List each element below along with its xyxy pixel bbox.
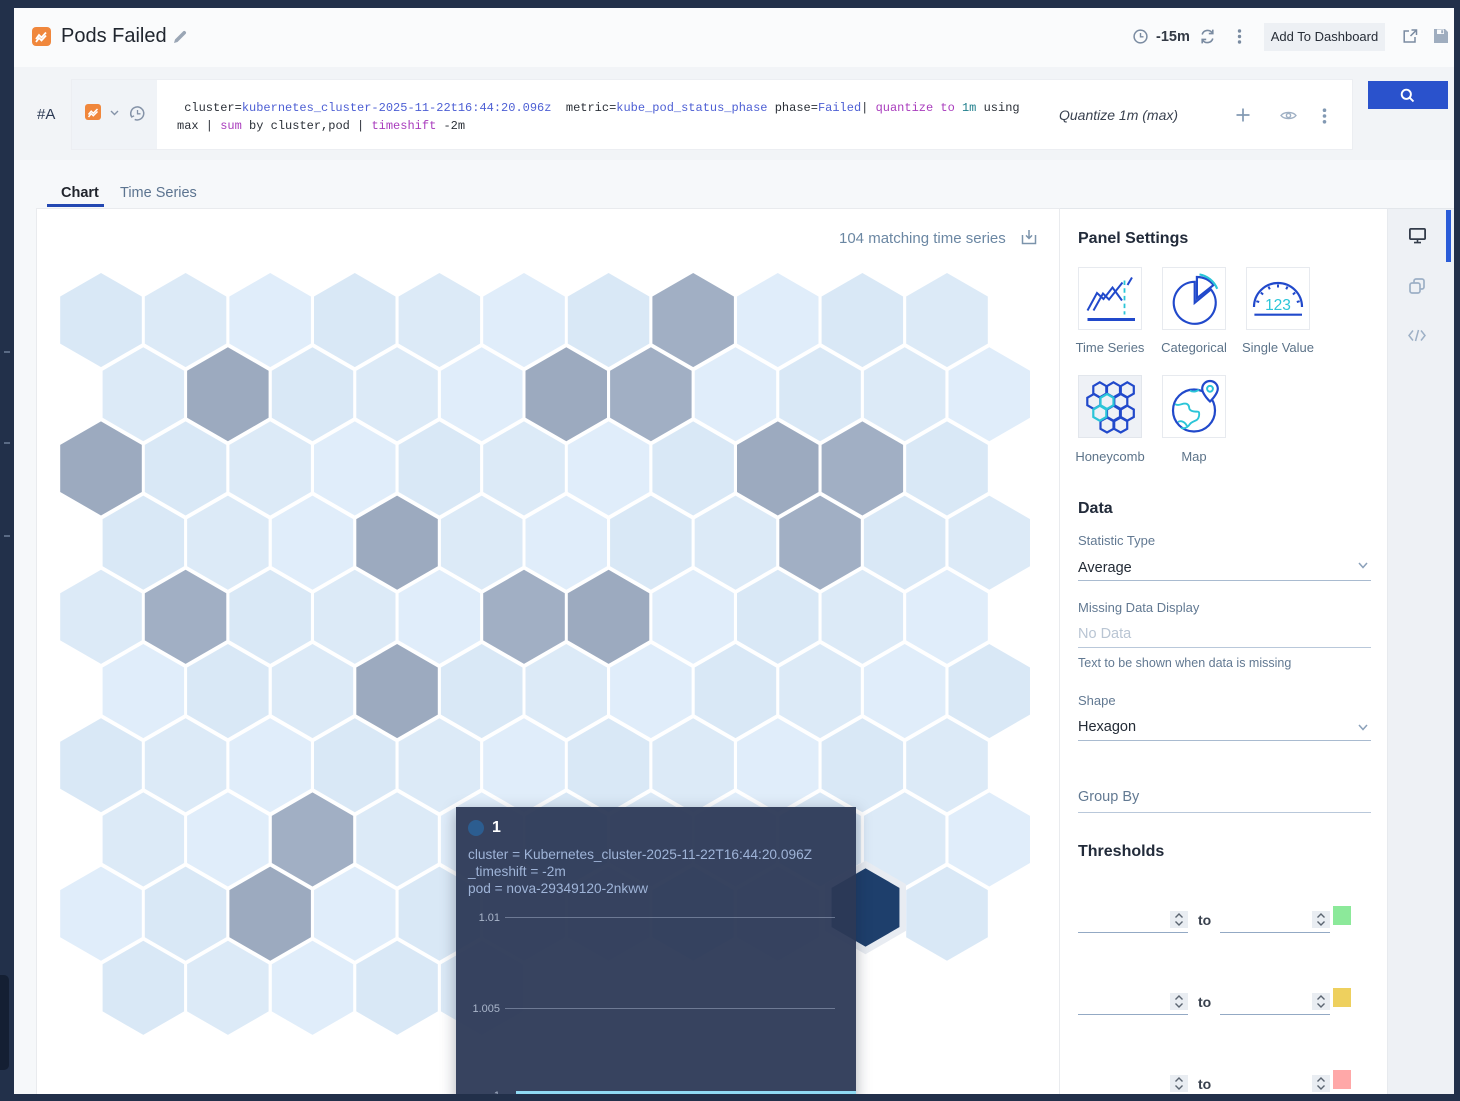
- svg-text:123: 123: [1265, 297, 1291, 314]
